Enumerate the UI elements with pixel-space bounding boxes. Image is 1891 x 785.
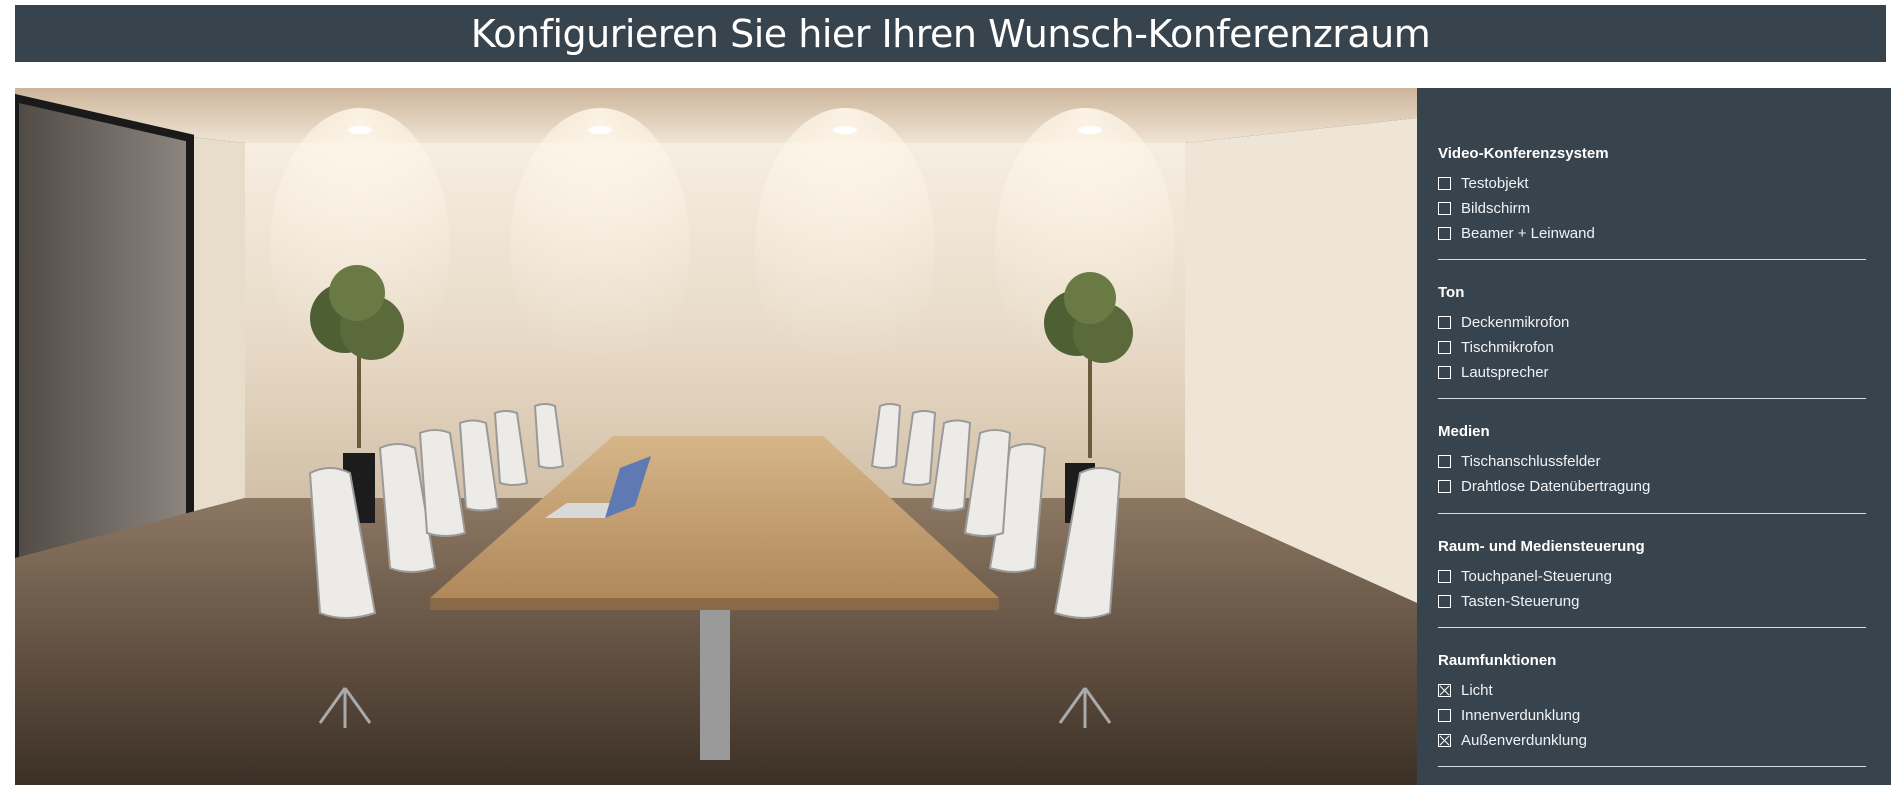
checkbox[interactable] <box>1438 202 1451 215</box>
section-divider <box>1438 398 1866 399</box>
option-row[interactable]: Licht <box>1438 678 1866 703</box>
option-row[interactable]: Tasten-Steuerung <box>1438 589 1866 614</box>
option-row[interactable]: Touchpanel-Steuerung <box>1438 564 1866 589</box>
option-row[interactable]: Außenverdunklung <box>1438 728 1866 753</box>
checkbox[interactable] <box>1438 341 1451 354</box>
option-label[interactable]: Innenverdunklung <box>1461 707 1580 724</box>
checkbox-checked[interactable] <box>1438 684 1451 697</box>
option-row[interactable]: Beamer + Leinwand <box>1438 221 1866 246</box>
section-title: Raum- und Mediensteuerung <box>1438 538 1645 555</box>
section-divider <box>1438 627 1866 628</box>
checkbox-checked[interactable] <box>1438 734 1451 747</box>
checkbox[interactable] <box>1438 227 1451 240</box>
conference-room-illustration <box>15 88 1417 785</box>
option-label[interactable]: Drahtlose Datenübertragung <box>1461 478 1650 495</box>
option-label[interactable]: Licht <box>1461 682 1493 699</box>
option-row[interactable]: Lautsprecher <box>1438 360 1866 385</box>
section-title: Video-Konferenzsystem <box>1438 145 1609 162</box>
option-row[interactable]: Deckenmikrofon <box>1438 310 1866 335</box>
checkbox[interactable] <box>1438 595 1451 608</box>
option-label[interactable]: Testobjekt <box>1461 175 1529 192</box>
option-label[interactable]: Bildschirm <box>1461 200 1530 217</box>
checkbox[interactable] <box>1438 709 1451 722</box>
checkbox[interactable] <box>1438 455 1451 468</box>
option-label[interactable]: Touchpanel-Steuerung <box>1461 568 1612 585</box>
section-2: Medien Tischanschlussfelder Drahtlose Date… <box>1438 423 1866 499</box>
section-divider <box>1438 513 1866 514</box>
section-title: Raumfunktionen <box>1438 652 1557 669</box>
page-title: Konfigurieren Sie hier Ihren Wunsch-Konf… <box>470 11 1431 56</box>
option-row[interactable]: Testobjekt <box>1438 171 1866 196</box>
option-label[interactable]: Tischanschlussfelder <box>1461 453 1601 470</box>
conference-room-preview <box>15 88 1417 785</box>
section-divider <box>1438 259 1866 260</box>
section-4: Raumfunktionen Licht Innenverdunklung Außen… <box>1438 652 1866 753</box>
config-panel: Video-Konferenzsystem Testobjekt Bildschir… <box>1417 88 1891 785</box>
option-label[interactable]: Tischmikrofon <box>1461 339 1554 356</box>
section-divider <box>1438 766 1866 767</box>
option-row[interactable]: Tischanschlussfelder <box>1438 449 1866 474</box>
checkbox[interactable] <box>1438 316 1451 329</box>
checkbox[interactable] <box>1438 570 1451 583</box>
option-label[interactable]: Außenverdunklung <box>1461 732 1587 749</box>
option-label[interactable]: Lautsprecher <box>1461 364 1549 381</box>
checkbox[interactable] <box>1438 177 1451 190</box>
option-label[interactable]: Tasten-Steuerung <box>1461 593 1579 610</box>
option-label[interactable]: Beamer + Leinwand <box>1461 225 1595 242</box>
page-header: Konfigurieren Sie hier Ihren Wunsch-Konf… <box>15 5 1886 62</box>
option-row[interactable]: Innenverdunklung <box>1438 703 1866 728</box>
option-row[interactable]: Drahtlose Datenübertragung <box>1438 474 1866 499</box>
option-row[interactable]: Tischmikrofon <box>1438 335 1866 360</box>
option-label[interactable]: Deckenmikrofon <box>1461 314 1569 331</box>
section-title: Ton <box>1438 284 1465 301</box>
section-title: Medien <box>1438 423 1490 440</box>
checkbox[interactable] <box>1438 366 1451 379</box>
section-1: Ton Deckenmikrofon Tischmikrofon Lautsprech… <box>1438 284 1866 385</box>
checkbox[interactable] <box>1438 480 1451 493</box>
option-row[interactable]: Bildschirm <box>1438 196 1866 221</box>
section-3: Raum- und Mediensteuerung Touchpanel-Steu… <box>1438 538 1866 614</box>
section-0: Video-Konferenzsystem Testobjekt Bildschir… <box>1438 145 1866 246</box>
